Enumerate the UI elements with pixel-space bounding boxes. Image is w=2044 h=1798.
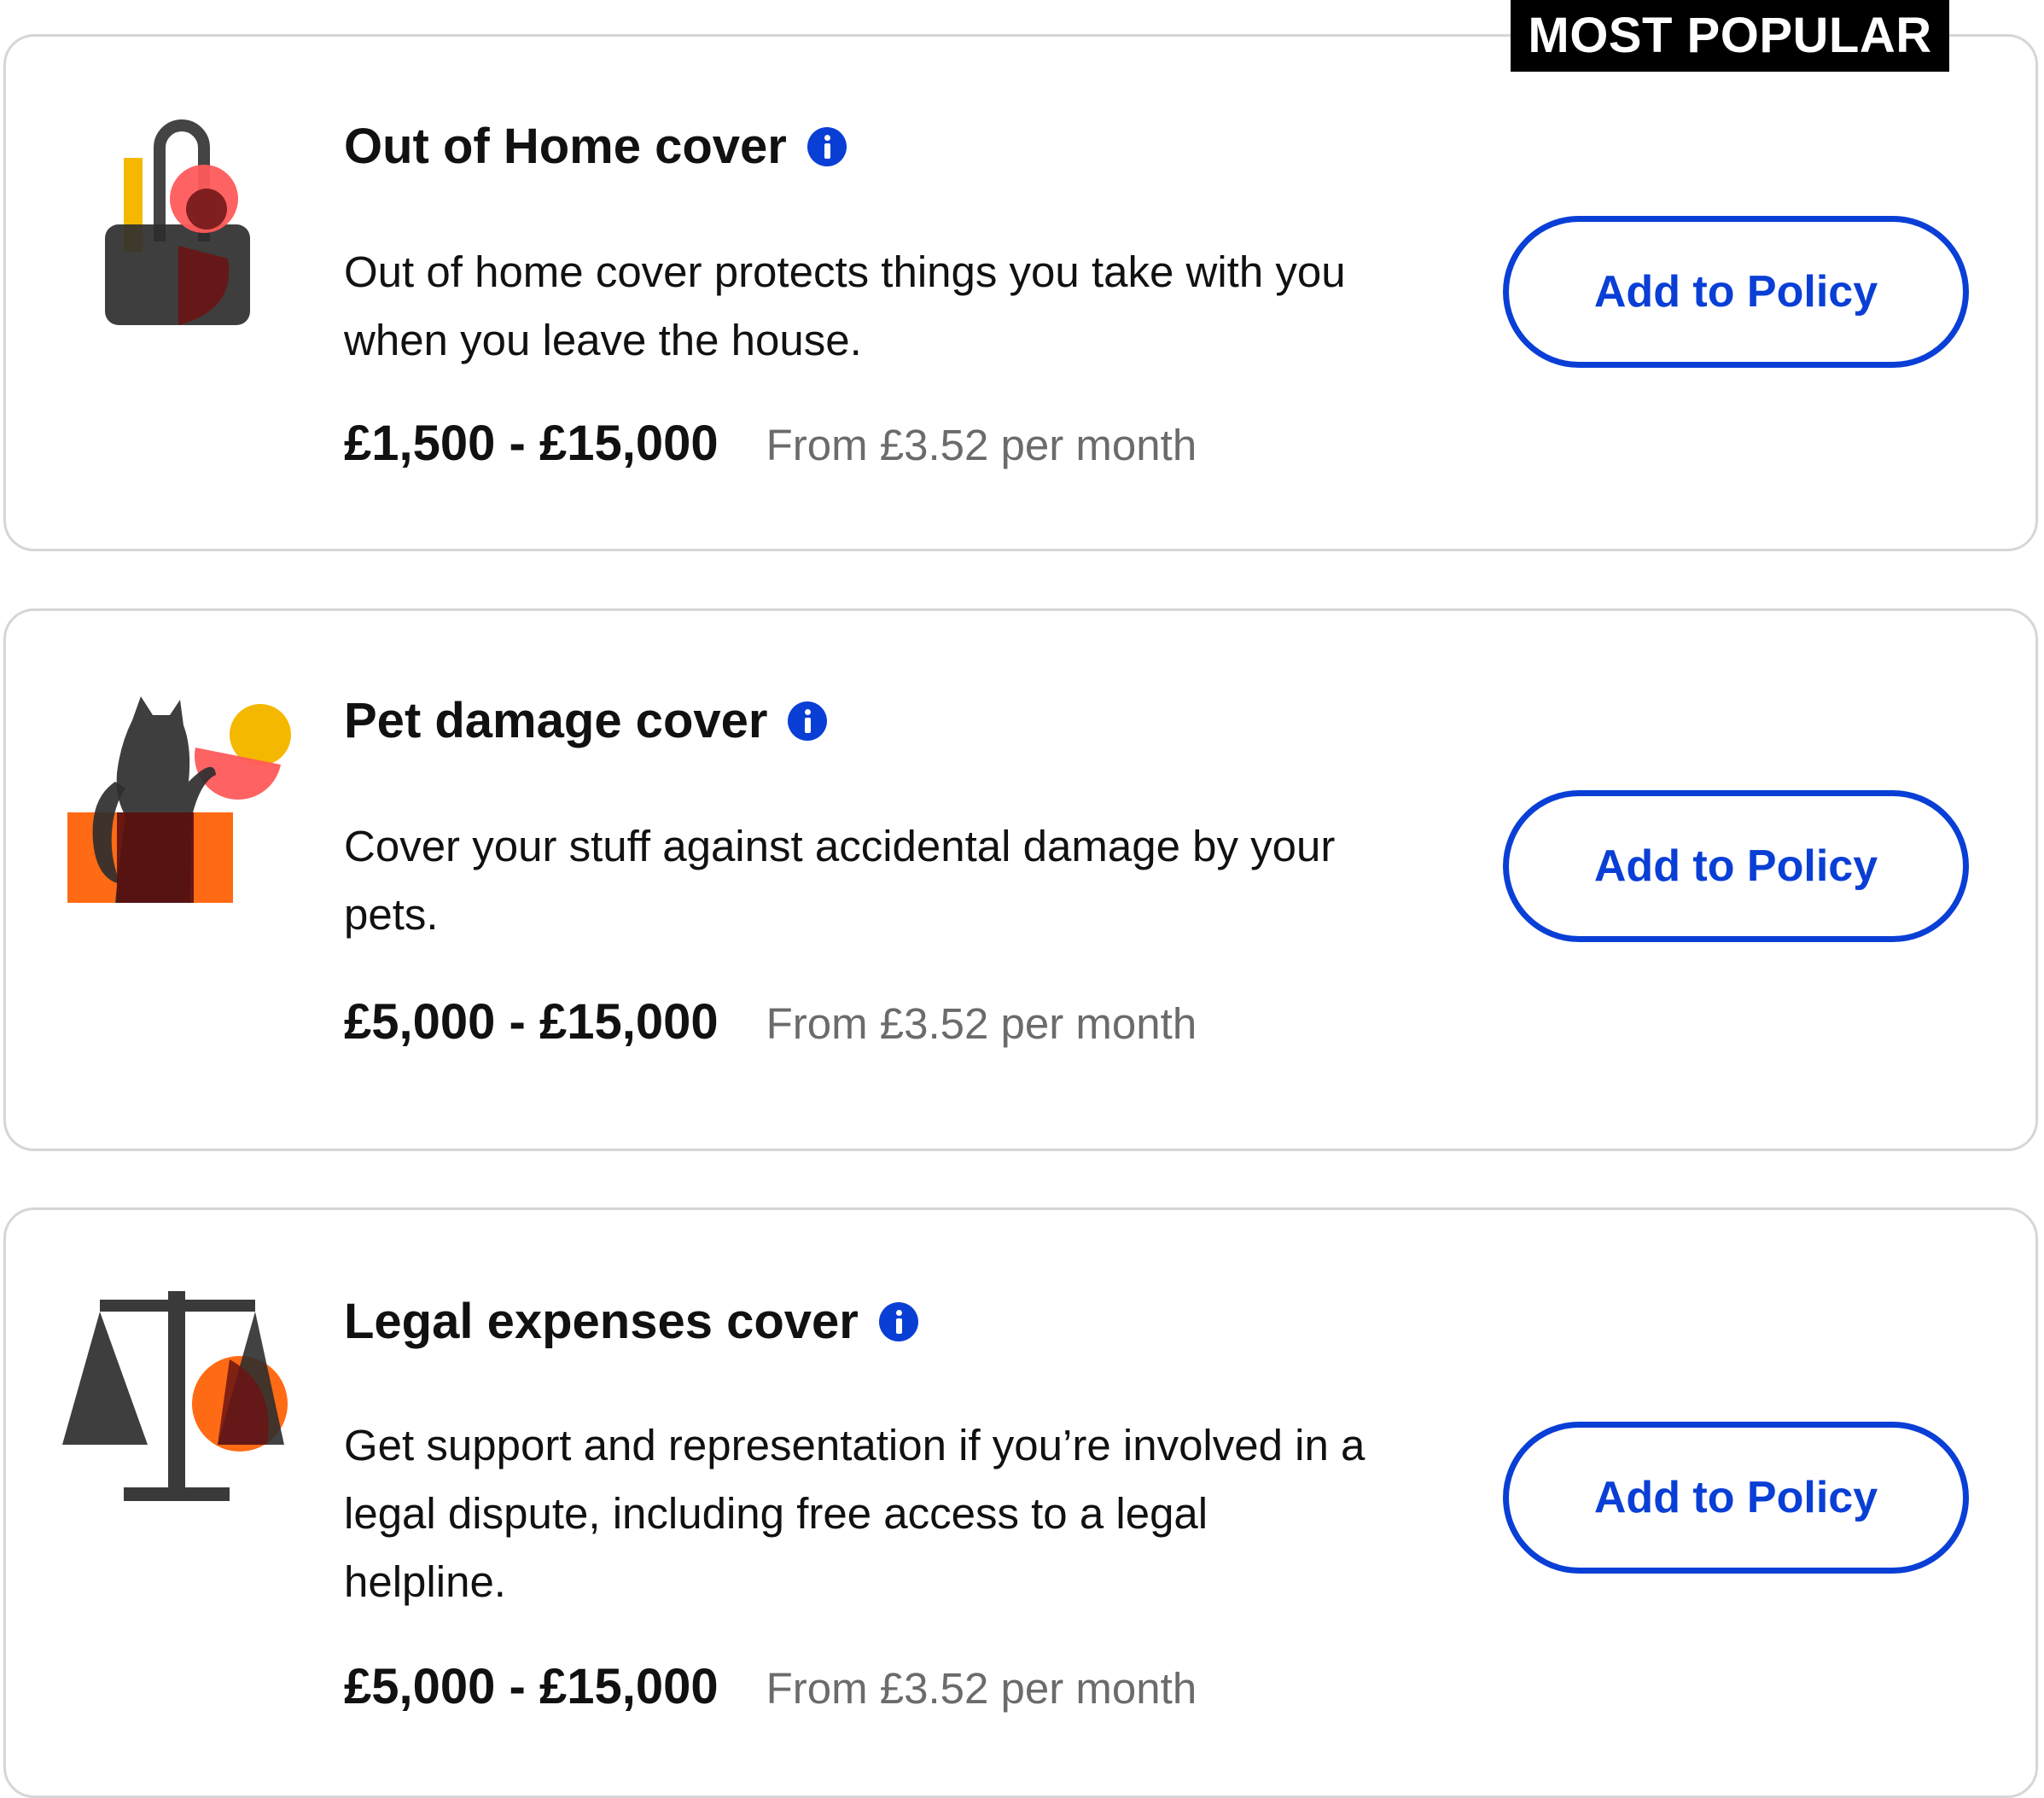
cover-card-out-of-home: Out of Home cover Out of home cover prot… [3, 34, 2038, 551]
card-description: Out of home cover protects things you ta… [344, 247, 1346, 364]
most-popular-badge: MOST POPULAR [1511, 0, 1949, 72]
info-icon[interactable] [807, 127, 847, 166]
cat-illustration [64, 696, 303, 918]
card-title: Out of Home cover [344, 119, 787, 174]
add-to-policy-button[interactable]: Add to Policy [1503, 216, 1969, 368]
monthly-price: From £3.52 per month [766, 421, 1197, 469]
price-row: £5,000 - £15,000 From £3.52 per month [344, 1658, 1197, 1715]
shopping-bag-illustration [100, 113, 253, 327]
cover-card-legal-expenses: Legal expenses cover Get support and rep… [3, 1207, 2038, 1798]
price-row: £1,500 - £15,000 From £3.52 per month [344, 415, 1197, 472]
card-description: Get support and representation if you’re… [344, 1421, 1366, 1606]
add-to-policy-button[interactable]: Add to Policy [1503, 1422, 1969, 1574]
scales-illustration [62, 1291, 293, 1522]
cover-range: £5,000 - £15,000 [344, 1659, 719, 1714]
cover-range: £5,000 - £15,000 [344, 994, 719, 1050]
card-title-row: Out of Home cover [344, 122, 847, 172]
card-title-row: Legal expenses cover [344, 1297, 918, 1347]
cover-card-pet-damage: Pet damage cover Cover your stuff agains… [3, 608, 2038, 1151]
card-title-row: Pet damage cover [344, 693, 828, 748]
info-icon[interactable] [788, 701, 828, 741]
cover-range: £1,500 - £15,000 [344, 416, 719, 471]
monthly-price: From £3.52 per month [766, 999, 1197, 1048]
add-to-policy-button[interactable]: Add to Policy [1503, 790, 1969, 942]
price-row: £5,000 - £15,000 From £3.52 per month [344, 993, 1197, 1050]
card-description: Cover your stuff against accidental dama… [344, 822, 1336, 939]
monthly-price: From £3.52 per month [766, 1664, 1197, 1713]
card-title: Pet damage cover [344, 693, 768, 748]
card-title: Legal expenses cover [344, 1294, 859, 1349]
info-icon[interactable] [878, 1302, 918, 1341]
